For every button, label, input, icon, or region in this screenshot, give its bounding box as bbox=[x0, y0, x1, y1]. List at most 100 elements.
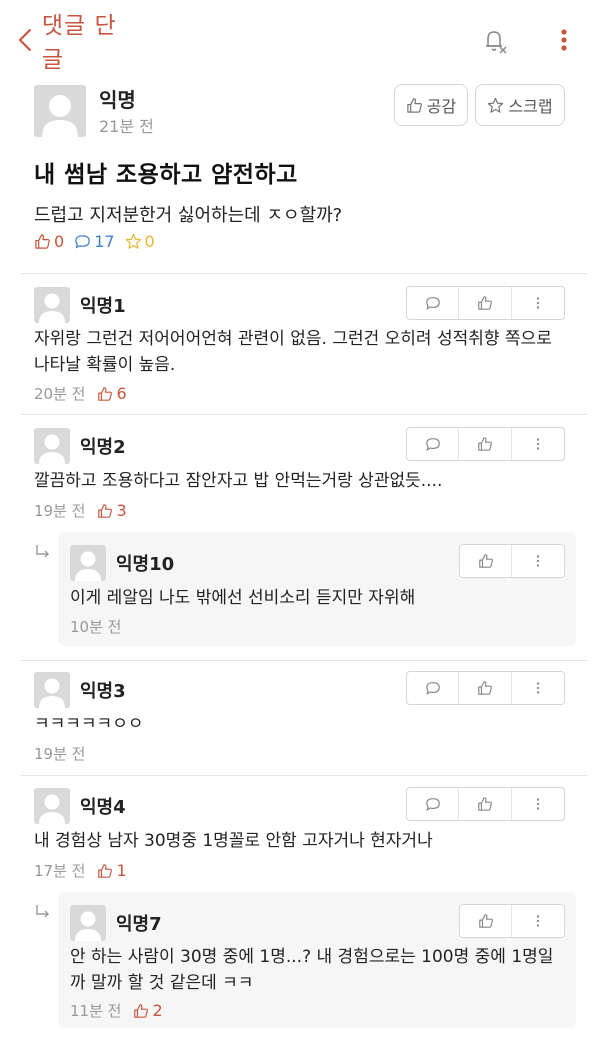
thumbs-up-icon bbox=[478, 437, 492, 451]
comment-like-button[interactable] bbox=[459, 672, 512, 704]
comment-meta: 17분 전 1 bbox=[34, 860, 127, 881]
user-silhouette-icon bbox=[70, 905, 106, 941]
thumbs-up-icon bbox=[98, 386, 113, 401]
comment-more-button[interactable] bbox=[512, 788, 564, 820]
comment-avatar bbox=[70, 545, 106, 581]
comment-more-button[interactable] bbox=[512, 672, 564, 704]
like-button-label: 공감 bbox=[426, 97, 457, 116]
comment-more-button[interactable] bbox=[512, 428, 564, 460]
post-body: 드럽고 지저분한거 싫어하는데 ㅈㅇ할까? bbox=[34, 205, 343, 226]
reply-button[interactable] bbox=[407, 672, 460, 704]
comment-avatar bbox=[34, 428, 70, 464]
comment-actions bbox=[459, 544, 565, 578]
thumbs-up-icon bbox=[478, 296, 492, 310]
post-stats: 0 17 0 bbox=[34, 232, 165, 251]
post-author-avatar bbox=[34, 85, 86, 137]
comment-meta: 20분 전 6 bbox=[34, 383, 127, 404]
speech-bubble-icon bbox=[425, 438, 440, 451]
divider bbox=[20, 414, 588, 415]
comment-author: 익명10 bbox=[116, 554, 175, 575]
post-time: 21분 전 bbox=[99, 117, 154, 136]
speech-bubble-icon bbox=[425, 297, 440, 310]
comment-more-button[interactable] bbox=[512, 287, 564, 319]
comment-time: 20분 전 bbox=[34, 385, 86, 403]
thumbs-up-icon bbox=[134, 1003, 149, 1018]
comment-actions bbox=[459, 904, 565, 938]
comment-meta: 19분 전 3 bbox=[34, 500, 127, 521]
more-vertical-icon bbox=[536, 682, 539, 694]
more-vertical-icon bbox=[536, 915, 540, 927]
reply-button[interactable] bbox=[407, 287, 460, 319]
comment-text: 안 하는 사람이 30명 중에 1명...? 내 경험으로는 100명 중에 1… bbox=[70, 947, 554, 993]
comment-time: 19분 전 bbox=[34, 502, 86, 520]
post-comment-count: 17 bbox=[74, 232, 115, 251]
user-silhouette-icon bbox=[70, 545, 106, 581]
comment-text: 내 경험상 남자 30명중 1명꼴로 안함 고자거나 현자거나 bbox=[34, 831, 433, 851]
user-silhouette-icon bbox=[34, 788, 70, 824]
comment-like-count: 6 bbox=[97, 384, 127, 403]
thumbs-up-icon bbox=[478, 681, 492, 695]
like-button[interactable]: 공감 bbox=[394, 84, 468, 126]
chevron-left-icon bbox=[18, 29, 31, 51]
more-vertical-icon bbox=[536, 297, 539, 309]
more-vertical-icon bbox=[536, 798, 539, 810]
comment-actions bbox=[406, 671, 565, 705]
post-like-count: 0 bbox=[34, 232, 64, 251]
comment-text: 이게 레알임 나도 밖에선 선비소리 듣지만 자위해 bbox=[70, 588, 416, 608]
thumbs-up-icon bbox=[98, 503, 113, 518]
speech-bubble-icon bbox=[75, 235, 90, 249]
user-silhouette-icon bbox=[34, 428, 70, 464]
thumbs-up-icon bbox=[35, 234, 50, 249]
notification-off-button[interactable] bbox=[478, 24, 512, 58]
comment-author: 익명1 bbox=[80, 296, 126, 317]
page-title: 댓글 단 글 bbox=[41, 13, 117, 73]
comment-like-button[interactable] bbox=[459, 788, 512, 820]
reply-arrow-icon bbox=[34, 903, 52, 921]
thumbs-up-icon bbox=[478, 797, 492, 811]
speech-bubble-icon bbox=[425, 798, 440, 811]
divider bbox=[20, 660, 588, 661]
comment-like-count: 2 bbox=[133, 1001, 163, 1020]
speech-bubble-icon bbox=[425, 682, 440, 695]
comment-author: 익명4 bbox=[80, 797, 126, 818]
comment-author: 익명2 bbox=[80, 437, 126, 458]
comment-avatar bbox=[34, 788, 70, 824]
comment-meta: 19분 전 bbox=[34, 743, 85, 764]
star-icon bbox=[488, 97, 504, 113]
comment-like-button[interactable] bbox=[460, 545, 513, 577]
comment-actions bbox=[406, 787, 565, 821]
comment-avatar bbox=[70, 905, 106, 941]
comment-text: ㅋㅋㅋㅋㅋㅇㅇ bbox=[34, 714, 144, 734]
comment-author: 익명7 bbox=[116, 914, 162, 935]
comment-like-button[interactable] bbox=[459, 287, 512, 319]
more-options-button[interactable] bbox=[550, 24, 578, 58]
comment-like-button[interactable] bbox=[459, 428, 512, 460]
comment-time: 19분 전 bbox=[34, 745, 86, 763]
thumbs-up-icon bbox=[98, 863, 113, 878]
divider bbox=[20, 273, 588, 274]
comment-actions bbox=[406, 427, 565, 461]
more-vertical-icon bbox=[536, 438, 539, 450]
comment-more-button[interactable] bbox=[512, 545, 564, 577]
more-vertical-icon bbox=[536, 555, 540, 567]
post-title: 내 썸남 조용하고 얌전하고 bbox=[34, 162, 298, 188]
user-silhouette-icon bbox=[34, 287, 70, 323]
reply-button[interactable] bbox=[407, 428, 460, 460]
scrap-button[interactable]: 스크랩 bbox=[475, 84, 565, 126]
comment-more-button[interactable] bbox=[512, 905, 564, 937]
comment-like-button[interactable] bbox=[460, 905, 513, 937]
reply-button[interactable] bbox=[407, 788, 460, 820]
comment-text: 깔끔하고 조용하다고 잠안자고 밥 안먹는거랑 상관없듯.... bbox=[34, 471, 443, 491]
comment-time: 11분 전 bbox=[70, 1002, 122, 1020]
more-vertical-icon bbox=[561, 29, 567, 51]
divider bbox=[20, 775, 588, 776]
comment-actions bbox=[406, 286, 565, 320]
post-scrap-count: 0 bbox=[125, 232, 155, 251]
comment-text: 자위랑 그런건 저어어어언혀 관련이 없음. 그런건 오히려 성적취향 쪽으로 … bbox=[34, 329, 552, 375]
star-icon bbox=[125, 233, 141, 249]
comment-meta: 11분 전 2 bbox=[70, 1000, 163, 1021]
post-author: 익명 bbox=[99, 88, 136, 112]
thumbs-up-icon bbox=[478, 914, 493, 928]
back-button[interactable]: 댓글 단 글 bbox=[16, 13, 146, 73]
comment-like-count: 1 bbox=[97, 861, 127, 880]
